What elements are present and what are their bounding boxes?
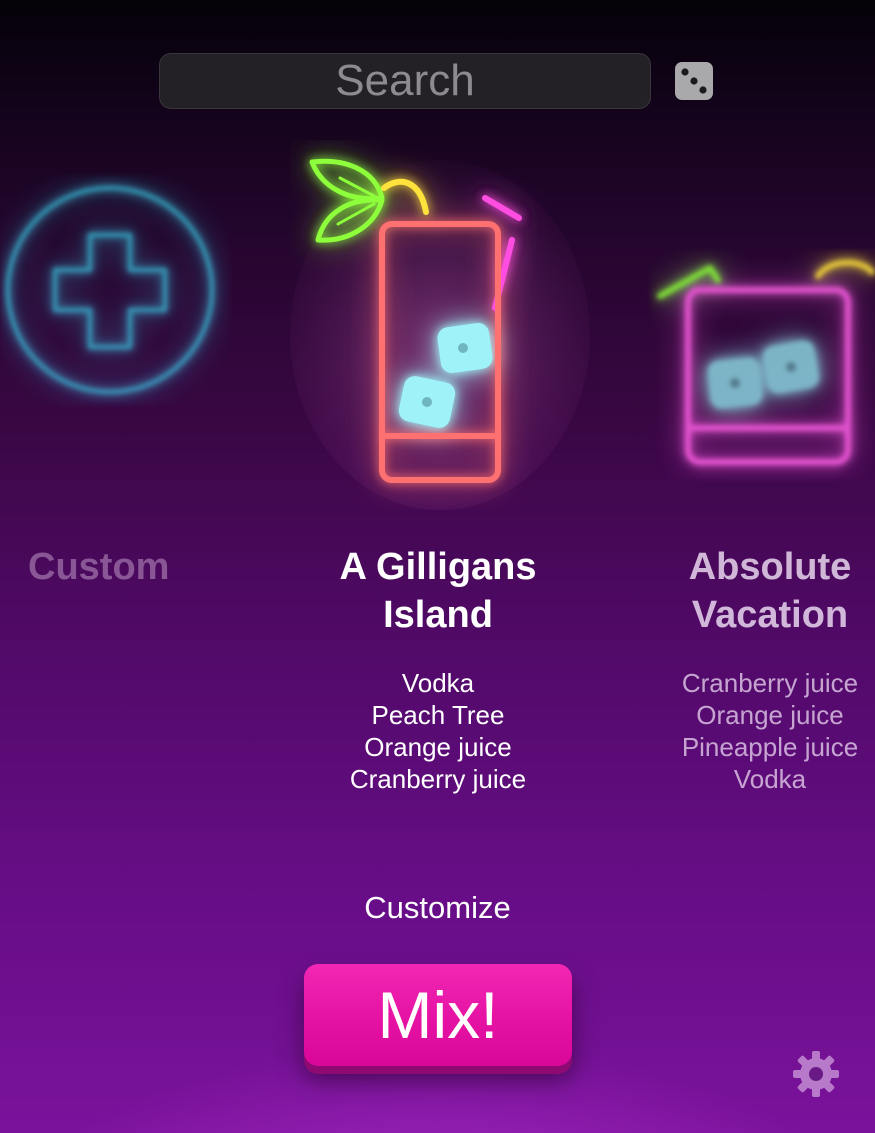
search-input[interactable] [159,53,651,109]
cocktail-title-line: Vacation [691,594,849,636]
cocktail-title-line: Absolute [688,546,852,588]
rocks-glass-icon [657,259,875,465]
cocktail-title-line: A Gilligans [339,546,537,588]
ingredient-item: Vodka [401,668,475,698]
ingredient-item: Orange juice [696,700,844,730]
ingredient-item: Cranberry juice [681,668,859,698]
ingredient-list: Cranberry juice Orange juice Pineapple j… [620,667,875,795]
add-circle-icon [5,185,215,395]
ingredient-item: Pineapple juice [681,732,859,762]
ingredient-item: Vodka [733,764,807,794]
customize-link[interactable]: Customize [0,890,875,926]
gear-icon[interactable] [792,1050,840,1098]
cocktail-title: Absolute Vacation [620,543,875,639]
mix-button[interactable]: Mix! [304,964,572,1066]
ingredient-item: Cranberry juice [349,764,527,794]
dice-icon[interactable] [674,61,714,101]
cocktail-title: Custom [28,546,170,588]
cocktail-card-selected[interactable]: A Gilligans Island Vodka Peach Tree Oran… [250,140,626,820]
cocktail-card-custom[interactable]: Custom [0,140,220,600]
cocktail-card-next[interactable]: Absolute Vacation Cranberry juice Orange… [620,140,875,820]
ingredient-item: Peach Tree [371,700,505,730]
ingredient-list: Vodka Peach Tree Orange juice Cranberry … [250,667,626,795]
cocktail-title-line: Island [383,594,493,636]
tall-cocktail-glass-icon [290,158,590,510]
cocktail-title: A Gilligans Island [250,543,626,639]
ingredient-item: Orange juice [364,732,512,762]
